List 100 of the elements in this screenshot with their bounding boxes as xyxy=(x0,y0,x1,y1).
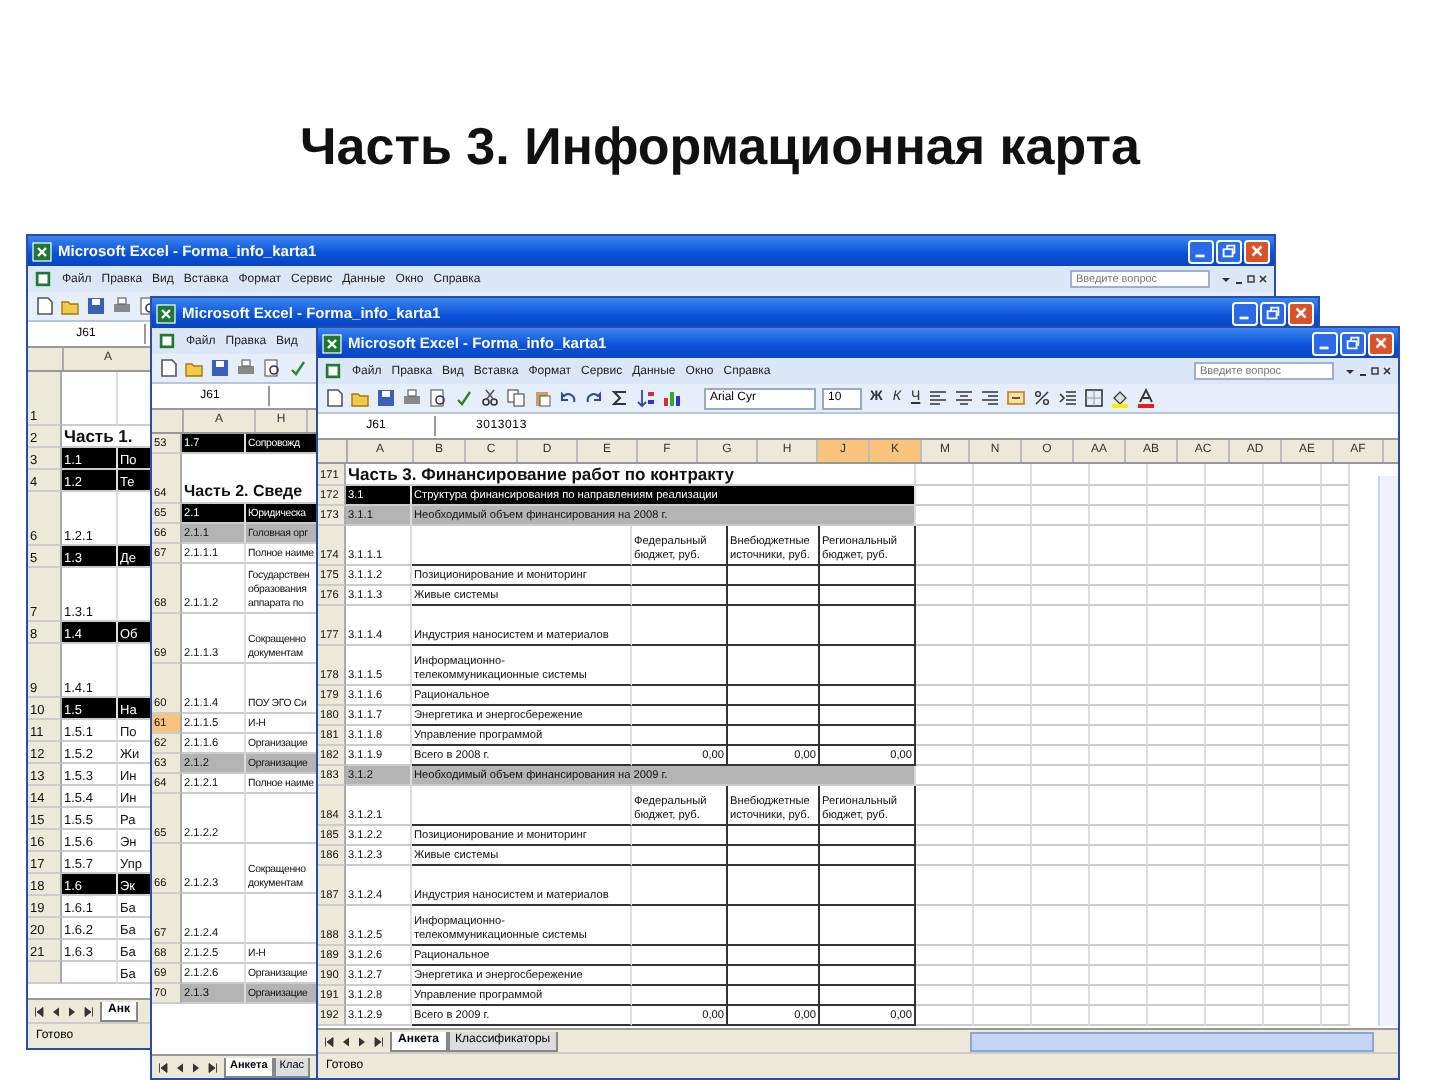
table-cell xyxy=(1322,486,1350,506)
fill-color-icon[interactable] xyxy=(1110,388,1131,408)
minimize-button[interactable] xyxy=(1188,239,1214,263)
minimize-button[interactable] xyxy=(1312,331,1338,355)
new-document-icon[interactable] xyxy=(34,296,54,316)
new-document-icon[interactable] xyxy=(158,358,178,378)
document-controls-icon[interactable] xyxy=(1344,363,1392,379)
sum-icon[interactable] xyxy=(610,388,630,408)
table-cell xyxy=(1032,866,1090,906)
borders-icon[interactable] xyxy=(1084,388,1105,408)
table-cell xyxy=(728,586,820,606)
percent-icon[interactable] xyxy=(1032,388,1053,408)
sort-icon[interactable] xyxy=(636,388,656,408)
vertical-scrollbar[interactable] xyxy=(1378,476,1398,1026)
table-cell xyxy=(1090,946,1148,966)
table-cell xyxy=(632,826,728,846)
table-cell xyxy=(1148,646,1206,686)
table-cell xyxy=(1148,766,1206,786)
table-cell xyxy=(916,1006,974,1026)
table-cell xyxy=(1206,866,1264,906)
chart-icon[interactable] xyxy=(662,388,682,408)
printer-icon[interactable] xyxy=(112,296,132,316)
table-cell xyxy=(1090,1006,1148,1026)
previous-sheet-button[interactable] xyxy=(50,1005,62,1017)
redo-icon[interactable] xyxy=(584,388,604,408)
table-cell xyxy=(1032,746,1090,766)
last-sheet-button[interactable] xyxy=(82,1005,94,1017)
first-sheet-button[interactable] xyxy=(34,1005,46,1017)
scissors-icon[interactable] xyxy=(480,388,500,408)
table-cell xyxy=(916,946,974,966)
table-cell xyxy=(1206,906,1264,946)
undo-icon[interactable] xyxy=(558,388,578,408)
next-sheet-button[interactable] xyxy=(190,1061,202,1073)
table-cell xyxy=(820,986,916,1006)
save-icon[interactable] xyxy=(376,388,396,408)
close-icon xyxy=(1292,304,1310,322)
last-sheet-button[interactable] xyxy=(372,1035,384,1047)
align-right-icon[interactable] xyxy=(980,388,1001,408)
document-icon xyxy=(158,332,176,350)
table-cell xyxy=(1090,686,1148,706)
table-cell xyxy=(1090,606,1148,646)
table-cell xyxy=(1032,826,1090,846)
align-center-icon[interactable] xyxy=(954,388,975,408)
table-cell xyxy=(974,646,1032,686)
table-cell xyxy=(974,566,1032,586)
next-sheet-button[interactable] xyxy=(66,1005,78,1017)
document-controls-icon[interactable] xyxy=(1220,271,1268,287)
close-button[interactable] xyxy=(1244,239,1270,263)
minimize-button[interactable] xyxy=(1232,301,1258,325)
table-cell xyxy=(632,986,728,1006)
paste-icon[interactable] xyxy=(532,388,552,408)
printer-icon[interactable] xyxy=(402,388,422,408)
table-cell xyxy=(916,986,974,1006)
table-cell xyxy=(1032,966,1090,986)
table-cell xyxy=(916,646,974,686)
table-cell xyxy=(1322,1006,1350,1026)
restore-button[interactable] xyxy=(1260,301,1286,325)
preview-icon[interactable] xyxy=(262,358,282,378)
save-icon[interactable] xyxy=(210,358,230,378)
first-sheet-button[interactable] xyxy=(324,1035,336,1047)
folder-icon[interactable] xyxy=(60,296,80,316)
spelling-icon[interactable] xyxy=(288,358,308,378)
table-cell xyxy=(1148,606,1206,646)
previous-sheet-button[interactable] xyxy=(340,1035,352,1047)
indent-icon[interactable] xyxy=(1058,388,1079,408)
table-cell xyxy=(1148,866,1206,906)
table-cell xyxy=(1148,846,1206,866)
table-cell xyxy=(820,706,916,726)
align-left-icon[interactable] xyxy=(928,388,949,408)
printer-icon[interactable] xyxy=(236,358,256,378)
first-sheet-button[interactable] xyxy=(158,1061,170,1073)
table-cell xyxy=(1264,464,1322,486)
spelling-icon[interactable] xyxy=(454,388,474,408)
table-cell xyxy=(1264,706,1322,726)
horizontal-scrollbar[interactable] xyxy=(970,1031,1374,1051)
table-cell xyxy=(820,846,916,866)
close-icon xyxy=(1372,334,1390,352)
last-sheet-button[interactable] xyxy=(206,1061,218,1073)
table-cell xyxy=(1206,686,1264,706)
preview-icon[interactable] xyxy=(428,388,448,408)
close-button[interactable] xyxy=(1288,301,1314,325)
table-cell xyxy=(974,526,1032,566)
merge-icon[interactable] xyxy=(1006,388,1027,408)
table-cell xyxy=(820,866,916,906)
table-cell xyxy=(1264,746,1322,766)
table-cell xyxy=(974,846,1032,866)
restore-button[interactable] xyxy=(1216,239,1242,263)
save-icon[interactable] xyxy=(86,296,106,316)
close-button[interactable] xyxy=(1368,331,1394,355)
folder-icon[interactable] xyxy=(184,358,204,378)
restore-button[interactable] xyxy=(1340,331,1366,355)
table-cell xyxy=(974,586,1032,606)
table-cell xyxy=(916,566,974,586)
table-cell xyxy=(1206,506,1264,526)
next-sheet-button[interactable] xyxy=(356,1035,368,1047)
table-cell xyxy=(1264,566,1322,586)
font-color-icon[interactable] xyxy=(1136,388,1157,408)
copy-icon[interactable] xyxy=(506,388,526,408)
previous-sheet-button[interactable] xyxy=(174,1061,186,1073)
table-cell xyxy=(1264,946,1322,966)
